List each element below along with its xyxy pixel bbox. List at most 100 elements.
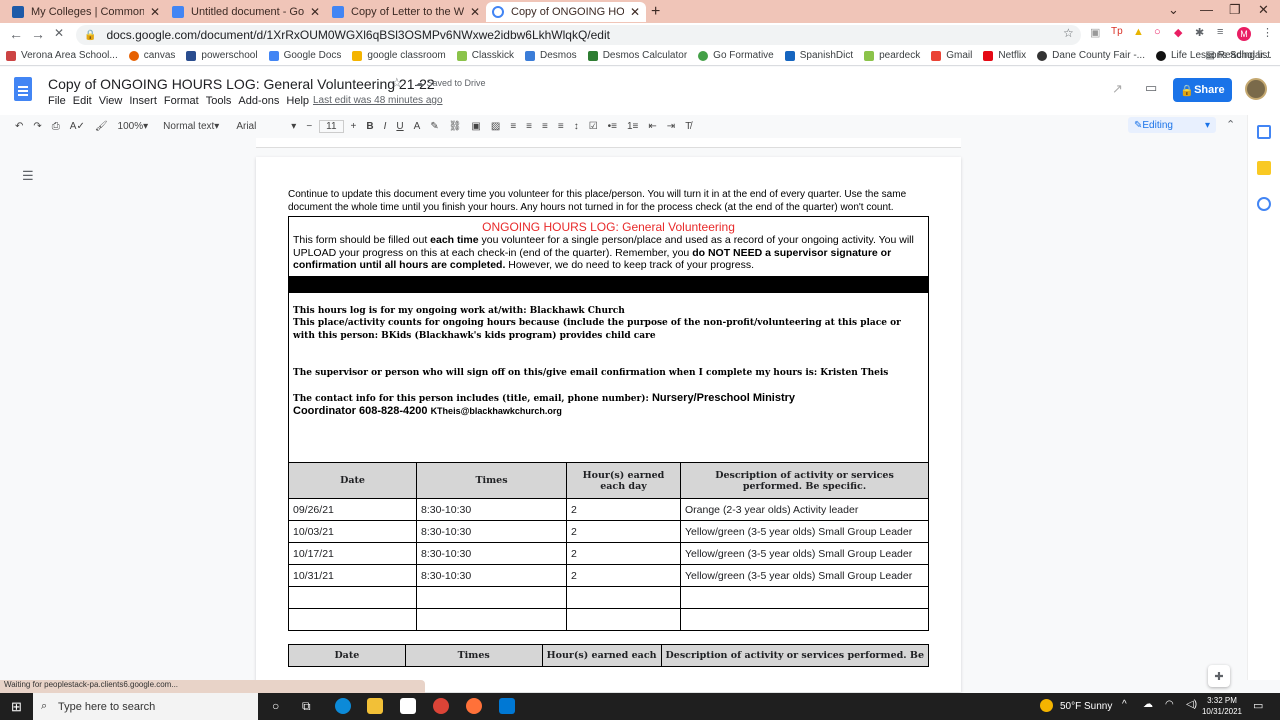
extension-icon[interactable]: ◆ xyxy=(1174,26,1182,39)
weather-text[interactable]: 50°F Sunny xyxy=(1060,701,1112,712)
ruler[interactable] xyxy=(256,138,961,148)
bookmark-item[interactable]: Verona Area School... xyxy=(6,50,118,61)
menu-addons[interactable]: Add-ons xyxy=(238,95,279,107)
italic-icon[interactable]: I xyxy=(384,121,387,132)
saved-status[interactable]: ☁ Saved to Drive xyxy=(415,78,486,89)
hours-cell[interactable]: 2 xyxy=(566,520,681,543)
align-right-icon[interactable]: ≡ xyxy=(542,121,548,132)
menu-format[interactable]: Format xyxy=(164,95,199,107)
extension-icon[interactable]: ▲ xyxy=(1133,26,1144,38)
times-cell[interactable] xyxy=(416,586,567,609)
bookmark-item[interactable]: peardeck xyxy=(864,50,920,61)
editing-mode-select[interactable]: ✎ Editing ▾ xyxy=(1128,117,1216,133)
tab-search-icon[interactable]: ⌄ xyxy=(1168,2,1179,18)
bookmark-item[interactable]: Desmos Calculator xyxy=(587,50,687,61)
checklist-icon[interactable]: ☑ xyxy=(589,121,598,132)
undo-icon[interactable]: ↶ xyxy=(15,121,23,132)
align-left-icon[interactable]: ≡ xyxy=(510,121,516,132)
taskbar-search[interactable]: ⌕ Type here to search xyxy=(33,693,258,720)
hours-cell[interactable] xyxy=(566,608,681,631)
cortana-icon[interactable]: ○ xyxy=(272,699,279,713)
chrome-menu-icon[interactable]: ⋮ xyxy=(1262,26,1273,39)
menu-edit[interactable]: Edit xyxy=(73,95,92,107)
hours-cell[interactable]: 2 xyxy=(566,542,681,565)
menu-help[interactable]: Help xyxy=(286,95,309,107)
explore-button[interactable]: ✚ xyxy=(1208,665,1230,687)
style-select[interactable]: Normal text ▾ xyxy=(163,121,219,132)
times-cell[interactable] xyxy=(416,608,567,631)
extension-icon[interactable]: Tp xyxy=(1111,26,1123,37)
add-comment-icon[interactable]: ▣ xyxy=(471,121,480,132)
highlight-icon[interactable]: ✎ xyxy=(430,121,438,132)
reading-list[interactable]: ▤ Reading list xyxy=(1206,50,1271,61)
onedrive-icon[interactable]: ☁ xyxy=(1143,699,1153,710)
keep-icon[interactable] xyxy=(1257,161,1271,175)
avatar[interactable] xyxy=(1245,78,1267,100)
description-cell[interactable] xyxy=(680,586,929,609)
docs-home-icon[interactable] xyxy=(14,77,32,101)
description-cell[interactable]: Yellow/green (3-5 year olds) Small Group… xyxy=(680,542,929,565)
bookmark-item[interactable]: Go Formative xyxy=(698,50,774,61)
bookmark-item[interactable]: Gmail xyxy=(931,50,972,61)
hours-cell[interactable] xyxy=(566,586,681,609)
link-icon[interactable]: ⛓ xyxy=(449,121,462,132)
font-size-input[interactable]: 11 xyxy=(319,119,344,133)
numbered-list-icon[interactable]: 1≡ xyxy=(627,121,638,132)
font-size-decrease[interactable]: − xyxy=(306,121,312,132)
times-cell[interactable]: 8:30-10:30 xyxy=(416,520,567,543)
menu-file[interactable]: File xyxy=(48,95,66,107)
bookmark-item[interactable]: Desmos xyxy=(525,50,577,61)
tab-hours-log[interactable]: Copy of ONGOING HOURS LOG✕ xyxy=(486,2,646,22)
times-cell[interactable]: 8:30-10:30 xyxy=(416,564,567,587)
spellcheck-icon[interactable]: A✓ xyxy=(70,121,85,132)
store-icon[interactable] xyxy=(400,698,416,714)
close-icon[interactable]: ✕ xyxy=(310,5,320,19)
tab-common-app[interactable]: My Colleges | Common App✕ xyxy=(6,2,166,22)
bookmark-item[interactable]: powerschool xyxy=(186,50,258,61)
increase-indent-icon[interactable]: ⇥ xyxy=(667,121,675,132)
text-color-icon[interactable]: A xyxy=(414,121,421,132)
outline-icon[interactable]: ☰ xyxy=(22,168,34,184)
hours-cell[interactable]: 2 xyxy=(566,564,681,587)
print-icon[interactable]: ⎙ xyxy=(52,121,60,132)
menu-tools[interactable]: Tools xyxy=(206,95,232,107)
tray-chevron-icon[interactable]: ^ xyxy=(1122,699,1127,710)
chrome-icon[interactable] xyxy=(433,698,449,714)
profile-avatar[interactable]: M xyxy=(1237,27,1251,41)
tab-untitled-doc[interactable]: Untitled document - Google Doc✕ xyxy=(166,2,326,22)
tab-letter[interactable]: Copy of Letter to the White Hous✕ xyxy=(326,2,486,22)
tasks-icon[interactable] xyxy=(1257,197,1271,211)
clock[interactable]: 3:32 PM 10/31/2021 xyxy=(1202,695,1242,717)
bookmark-star-icon[interactable]: ☆ xyxy=(1063,26,1074,40)
doc-title[interactable]: Copy of ONGOING HOURS LOG: General Volun… xyxy=(48,76,435,92)
close-icon[interactable]: ✕ xyxy=(150,5,160,19)
window-close-button[interactable]: ✕ xyxy=(1258,2,1269,18)
close-icon[interactable]: ✕ xyxy=(470,5,480,19)
bulleted-list-icon[interactable]: •≡ xyxy=(608,121,617,132)
menu-view[interactable]: View xyxy=(99,95,123,107)
decrease-indent-icon[interactable]: ⇤ xyxy=(648,121,656,132)
times-cell[interactable]: 8:30-10:30 xyxy=(416,498,567,521)
underline-icon[interactable]: U xyxy=(396,121,403,132)
edge-icon[interactable] xyxy=(335,698,351,714)
calendar-icon[interactable] xyxy=(1257,125,1271,139)
share-button[interactable]: 🔒 Share xyxy=(1173,78,1232,102)
last-edit-link[interactable]: Last edit was 48 minutes ago xyxy=(313,95,443,106)
description-cell[interactable]: Orange (2-3 year olds) Activity leader xyxy=(680,498,929,521)
stop-icon[interactable]: ✕ xyxy=(54,26,64,40)
bold-icon[interactable]: B xyxy=(366,121,373,132)
description-cell[interactable]: Yellow/green (3-5 year olds) Small Group… xyxy=(680,564,929,587)
close-icon[interactable]: ✕ xyxy=(630,5,640,19)
description-cell[interactable]: Yellow/green (3-5 year olds) Small Group… xyxy=(680,520,929,543)
media-icon[interactable]: ≡ xyxy=(1217,26,1223,38)
windows-start-icon[interactable]: ⊞ xyxy=(11,699,22,715)
hours-cell[interactable]: 2 xyxy=(566,498,681,521)
times-cell[interactable]: 8:30-10:30 xyxy=(416,542,567,565)
clear-formatting-icon[interactable]: T̸ xyxy=(685,121,691,132)
restore-button[interactable]: ❐ xyxy=(1229,2,1241,18)
bookmark-item[interactable]: Netflix xyxy=(983,50,1026,61)
bookmark-item[interactable]: Dane County Fair -... xyxy=(1037,50,1145,61)
notification-icon[interactable]: ▭ xyxy=(1253,699,1263,712)
bookmark-item[interactable]: SpanishDict xyxy=(784,50,853,61)
document-page[interactable]: Continue to update this document every t… xyxy=(256,157,961,692)
